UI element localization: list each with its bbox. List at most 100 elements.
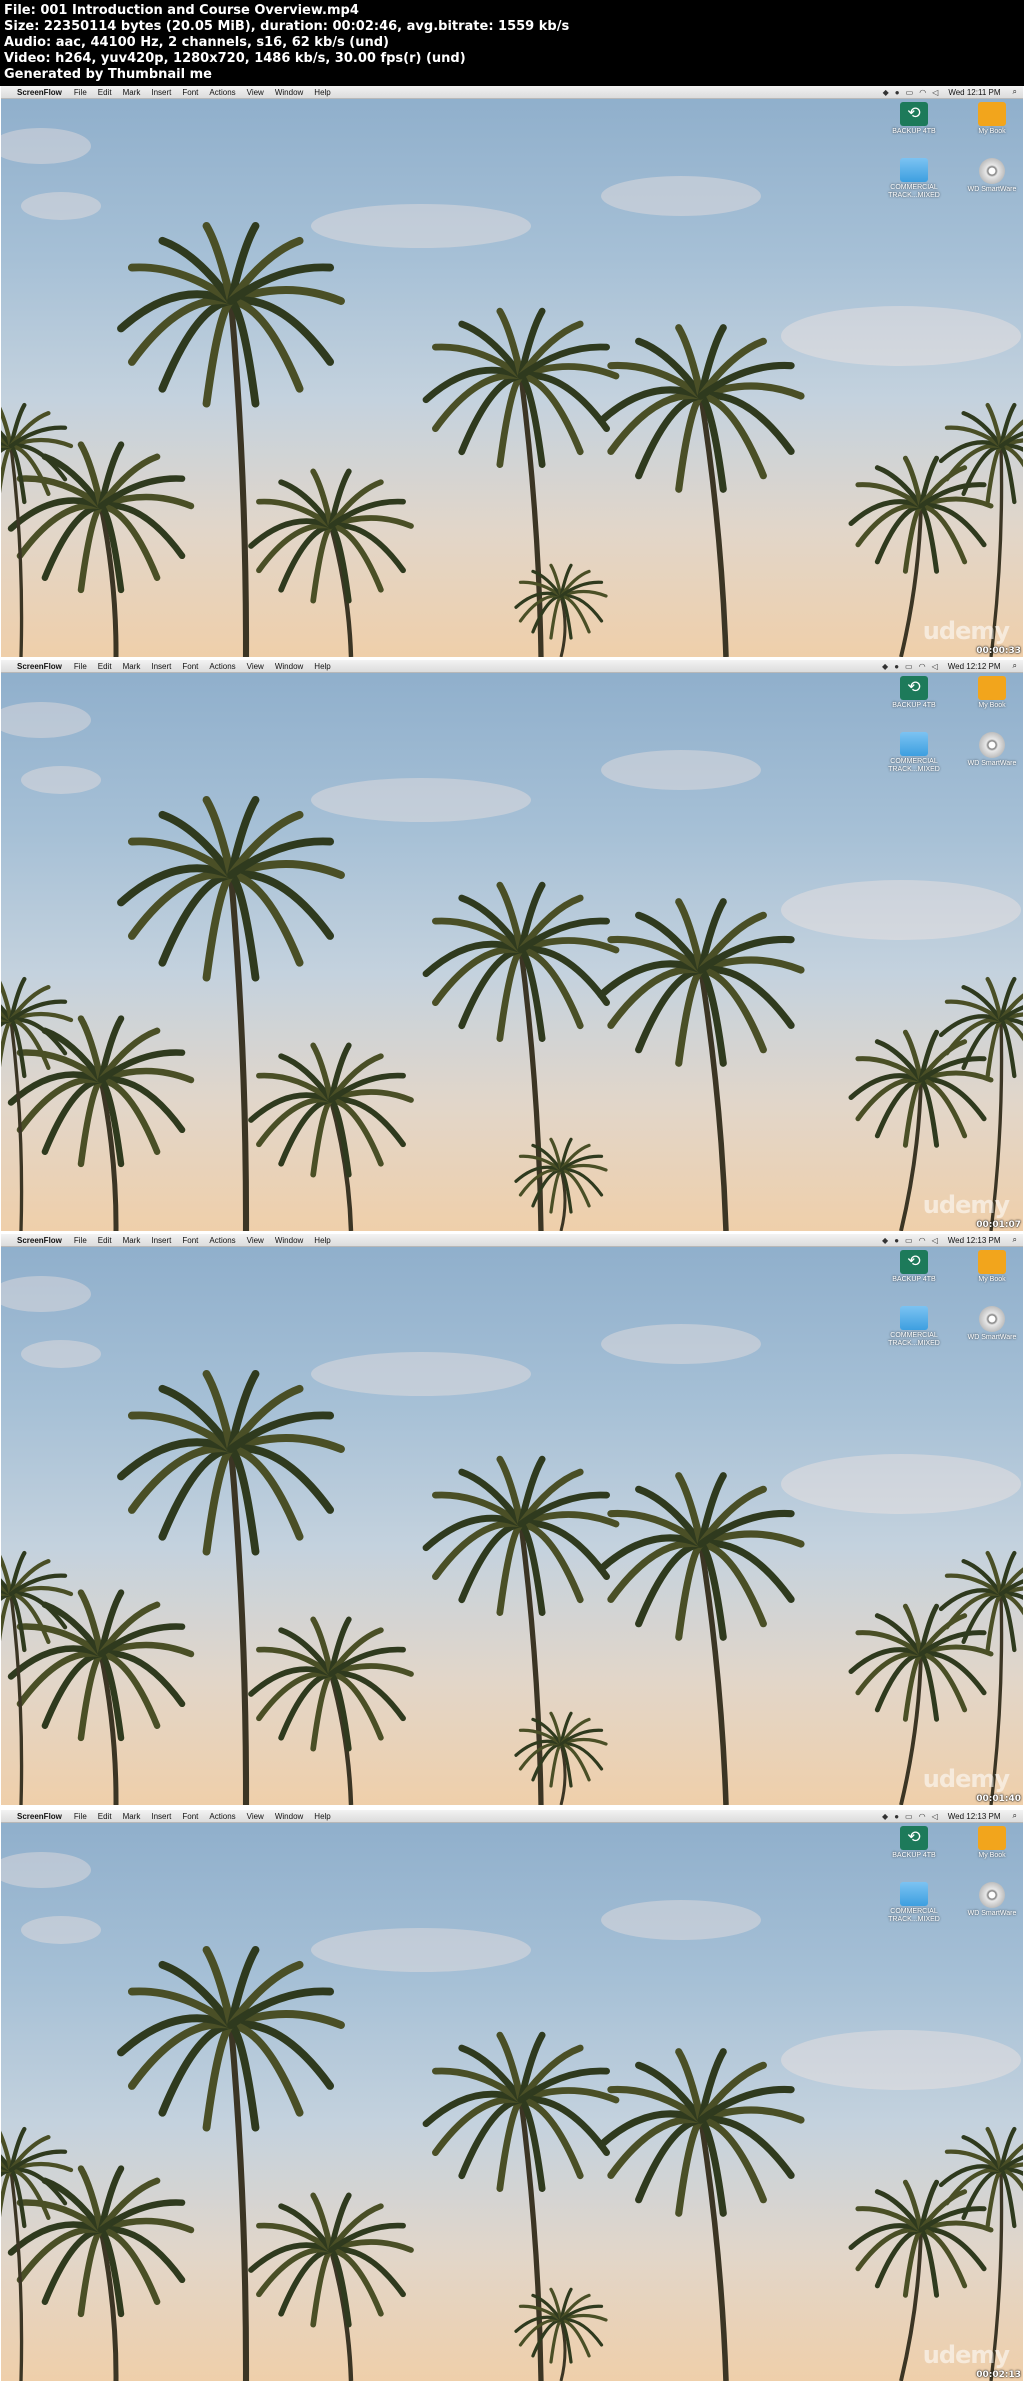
desktop-icon-label: WD SmartWare	[967, 1910, 1017, 1917]
menu-item[interactable]: Window	[275, 662, 303, 671]
volume-icon[interactable]: ◁	[932, 88, 938, 97]
menu-item[interactable]: Insert	[151, 1236, 171, 1245]
menu-item[interactable]: View	[247, 662, 264, 671]
external-drive-icon	[978, 102, 1006, 126]
desktop-icon-folder[interactable]: COMMERCIAL TRACK...MIXED	[883, 732, 945, 774]
app-menu-screenflow[interactable]: ScreenFlow	[17, 1236, 62, 1245]
menu-item[interactable]: View	[247, 88, 264, 97]
desktop-icon-my-book[interactable]: My Book	[961, 1826, 1023, 1860]
wifi-icon[interactable]: ◠	[919, 662, 926, 671]
menu-item[interactable]: Font	[182, 662, 198, 671]
menu-item[interactable]: Help	[314, 1812, 330, 1821]
menu-item[interactable]: Actions	[209, 1236, 235, 1245]
desktop-icon-my-book[interactable]: My Book	[961, 102, 1023, 136]
menu-item[interactable]: Actions	[209, 662, 235, 671]
battery-icon[interactable]: ▭	[905, 1236, 913, 1245]
video-info-line: Video: h264, yuv420p, 1280x720, 1486 kb/…	[4, 51, 466, 66]
screenflow-status-icon[interactable]: ●	[894, 662, 899, 671]
frame-timestamp: 00:02:13	[976, 2370, 1021, 2380]
udemy-watermark: udemy	[922, 617, 1010, 645]
desktop-icon-label: My Book	[978, 1852, 1006, 1859]
volume-icon[interactable]: ◁	[932, 1812, 938, 1821]
wifi-icon[interactable]: ◠	[919, 1236, 926, 1245]
spotlight-search-icon[interactable]: ⌕	[1013, 1235, 1017, 1245]
volume-icon[interactable]: ◁	[932, 1236, 938, 1245]
file-name-line: File: 001 Introduction and Course Overvi…	[4, 3, 359, 18]
dropbox-icon[interactable]: ◆	[883, 88, 889, 97]
wifi-icon[interactable]: ◠	[919, 88, 926, 97]
video-info-header: File: 001 Introduction and Course Overvi…	[0, 0, 1024, 86]
desktop-icon-wd-smartware[interactable]: WD SmartWare	[961, 732, 1023, 768]
menu-item[interactable]: Actions	[209, 1812, 235, 1821]
menu-bar-clock[interactable]: Wed 12:13 PM	[948, 1812, 1001, 1821]
menu-bar-clock[interactable]: Wed 12:12 PM	[948, 662, 1001, 671]
menu-item[interactable]: Help	[314, 662, 330, 671]
spotlight-search-icon[interactable]: ⌕	[1013, 87, 1017, 97]
dropbox-icon[interactable]: ◆	[882, 662, 888, 671]
menu-item[interactable]: Mark	[123, 1236, 141, 1245]
desktop-icon-label: COMMERCIAL TRACK...MIXED	[888, 758, 940, 773]
menu-item[interactable]: Window	[275, 1812, 303, 1821]
menu-item[interactable]: File	[74, 1812, 87, 1821]
menu-item[interactable]: Actions	[209, 88, 235, 97]
screenflow-status-icon[interactable]: ●	[894, 1812, 899, 1821]
menu-item[interactable]: Window	[275, 1236, 303, 1245]
menu-item[interactable]: Insert	[151, 1812, 171, 1821]
menu-item[interactable]: Font	[182, 1812, 198, 1821]
dropbox-icon[interactable]: ◆	[882, 1812, 888, 1821]
app-menu-screenflow[interactable]: ScreenFlow	[17, 88, 62, 97]
menu-item[interactable]: Edit	[98, 88, 112, 97]
menu-item[interactable]: Font	[182, 88, 198, 97]
menu-item[interactable]: File	[74, 662, 87, 671]
battery-icon[interactable]: ▭	[905, 1812, 913, 1821]
desktop-icon-wd-smartware[interactable]: WD SmartWare	[961, 158, 1023, 194]
menu-item[interactable]: Font	[182, 1236, 198, 1245]
desktop-icon-backup[interactable]: ⟲ BACKUP 4TB	[883, 1826, 945, 1860]
udemy-watermark: udemy	[922, 1191, 1010, 1219]
menu-item[interactable]: Edit	[98, 662, 112, 671]
volume-icon[interactable]: ◁	[932, 662, 938, 671]
menu-item[interactable]: View	[247, 1236, 264, 1245]
menu-item[interactable]: Window	[275, 88, 303, 97]
menu-item[interactable]: File	[74, 1236, 87, 1245]
menu-bar-clock[interactable]: Wed 12:13 PM	[948, 1236, 1001, 1245]
menu-item[interactable]: Help	[314, 88, 330, 97]
menu-item[interactable]: Help	[314, 1236, 330, 1245]
desktop-icon-label: COMMERCIAL TRACK...MIXED	[888, 1332, 940, 1347]
battery-icon[interactable]: ▭	[905, 662, 913, 671]
desktop-icon-backup[interactable]: ⟲ BACKUP 4TB	[883, 1250, 945, 1284]
desktop-icon-backup[interactable]: ⟲ BACKUP 4TB	[883, 102, 945, 136]
dropbox-icon[interactable]: ◆	[882, 1236, 888, 1245]
desktop-icon-wd-smartware[interactable]: WD SmartWare	[961, 1306, 1023, 1342]
wifi-icon[interactable]: ◠	[919, 1812, 926, 1821]
menu-item[interactable]: Mark	[123, 662, 141, 671]
palm-trees-wallpaper	[1, 1852, 1023, 2381]
screenflow-status-icon[interactable]: ●	[895, 88, 900, 97]
menu-bar-clock[interactable]: Wed 12:11 PM	[948, 88, 1000, 97]
desktop-icon-wd-smartware[interactable]: WD SmartWare	[961, 1882, 1023, 1918]
battery-icon[interactable]: ▭	[906, 88, 914, 97]
desktop-icon-folder[interactable]: COMMERCIAL TRACK...MIXED	[883, 158, 945, 200]
mac-menu-bar: ScreenFlow File Edit Mark Insert Font Actions…	[1, 86, 1023, 99]
screenshot-frame: ScreenFlow File Edit Mark Insert Font Actions…	[1, 1810, 1023, 2381]
spotlight-search-icon[interactable]: ⌕	[1013, 1811, 1017, 1821]
app-menu-screenflow[interactable]: ScreenFlow	[17, 662, 62, 671]
time-machine-drive-icon: ⟲	[900, 102, 928, 126]
menu-item[interactable]: View	[247, 1812, 264, 1821]
menu-item[interactable]: Insert	[151, 88, 171, 97]
menu-item[interactable]: Edit	[98, 1812, 112, 1821]
spotlight-search-icon[interactable]: ⌕	[1013, 661, 1017, 671]
desktop-icon-folder[interactable]: COMMERCIAL TRACK...MIXED	[883, 1306, 945, 1348]
desktop-icon-my-book[interactable]: My Book	[961, 676, 1023, 710]
menu-item[interactable]: File	[74, 88, 87, 97]
screenflow-status-icon[interactable]: ●	[894, 1236, 899, 1245]
menu-item[interactable]: Insert	[151, 662, 171, 671]
desktop-icon-folder[interactable]: COMMERCIAL TRACK...MIXED	[883, 1882, 945, 1924]
menu-item[interactable]: Mark	[123, 88, 141, 97]
menu-item[interactable]: Edit	[98, 1236, 112, 1245]
menu-item[interactable]: Mark	[123, 1812, 141, 1821]
desktop-icon-label: WD SmartWare	[967, 186, 1017, 193]
desktop-icon-backup[interactable]: ⟲ BACKUP 4TB	[883, 676, 945, 710]
app-menu-screenflow[interactable]: ScreenFlow	[17, 1812, 62, 1821]
desktop-icon-my-book[interactable]: My Book	[961, 1250, 1023, 1284]
